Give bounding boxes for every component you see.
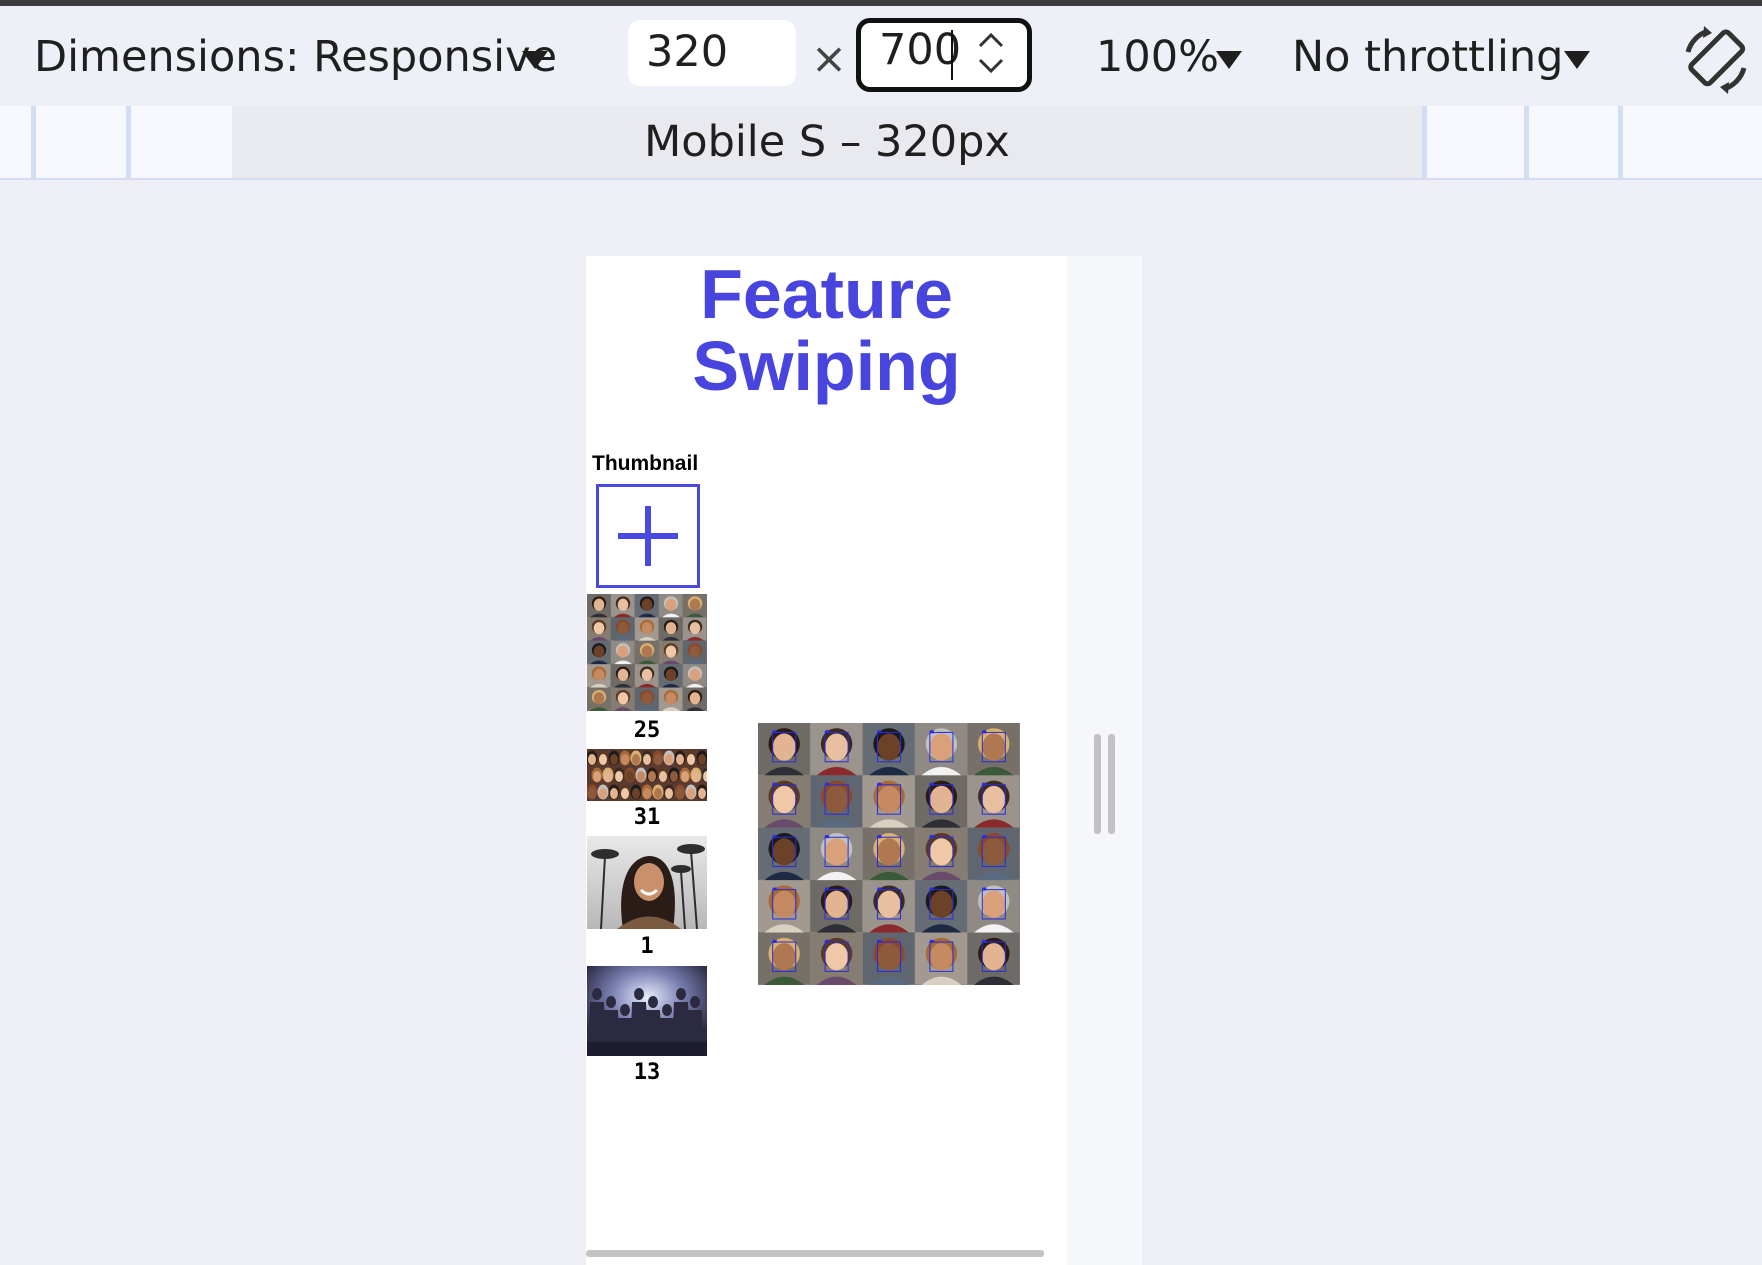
device-viewport: Feature Swiping Thumbnail 25 31 1 13 (586, 256, 1067, 1265)
portrait-cell (611, 617, 635, 641)
portrait-cell (587, 664, 611, 688)
portrait-cell (967, 932, 1020, 985)
portrait-cell (915, 723, 967, 776)
portrait-cell (659, 687, 683, 711)
text-cursor (951, 30, 953, 80)
portrait-cell (862, 827, 915, 881)
resize-handle-icon[interactable] (1094, 734, 1116, 834)
height-input[interactable]: 700 (856, 18, 1032, 92)
height-input-value: 700 (879, 25, 962, 75)
portrait-cell (810, 827, 863, 881)
portrait-cell (635, 640, 659, 665)
zoom-chevron-down-icon[interactable] (1216, 51, 1242, 69)
portrait-cell (810, 932, 863, 985)
portrait-cell (915, 880, 967, 933)
portrait-cell (915, 775, 967, 828)
portrait-cell (967, 827, 1020, 881)
portrait-cell (659, 594, 683, 618)
preset-segment[interactable] (1618, 106, 1762, 178)
thumbnail-hero-group[interactable] (587, 966, 707, 1056)
portrait-cell (683, 687, 707, 711)
page-title-line2: Swiping (692, 327, 961, 405)
portrait-cell (915, 827, 967, 881)
page-title: Feature Swiping (586, 258, 1067, 402)
portrait-cell (587, 687, 611, 711)
portrait-cell (635, 664, 659, 688)
portrait-cell (758, 880, 810, 933)
face-detection-preview (758, 723, 1020, 985)
dimensions-chevron-down-icon[interactable] (522, 51, 548, 69)
width-input[interactable]: 320 (628, 20, 796, 86)
thumbnail-count: 31 (633, 805, 661, 830)
horizontal-scrollbar[interactable] (586, 1250, 1044, 1257)
portrait-cell (915, 932, 967, 985)
portrait-cell (635, 617, 659, 641)
portrait-cell (810, 775, 863, 828)
thumbnail-crowd[interactable] (587, 749, 707, 801)
portrait-cell (758, 775, 810, 828)
preset-mobile-s[interactable]: Mobile S – 320px (232, 106, 1422, 178)
portrait-cell (611, 594, 635, 618)
portrait-cell (862, 775, 915, 828)
portrait-cell (587, 617, 611, 641)
portrait-cell (659, 640, 683, 665)
throttling-dropdown[interactable]: No throttling (1292, 32, 1563, 82)
portrait-cell (810, 723, 863, 776)
portrait-cell (862, 880, 915, 933)
thumbnail-count: 25 (633, 718, 661, 743)
throttling-chevron-down-icon[interactable] (1564, 51, 1590, 69)
portrait-cell (635, 594, 659, 618)
portrait-cell (862, 723, 915, 776)
portrait-cell (810, 880, 863, 933)
portrait-cell (683, 640, 707, 665)
device-toolbar: Dimensions: Responsive 320 × 700 100% No… (0, 6, 1762, 108)
spin-up-icon (978, 32, 1004, 48)
plus-icon (618, 506, 678, 566)
preset-segment[interactable] (1422, 106, 1527, 178)
portrait-cell (967, 723, 1020, 776)
portrait-cell (635, 687, 659, 711)
height-stepper[interactable] (977, 28, 1005, 78)
portrait-cell (683, 594, 707, 618)
thumbnail-heading: Thumbnail (592, 452, 699, 475)
thumbnail-portrait-grid[interactable] (587, 594, 707, 711)
add-image-button[interactable] (596, 484, 700, 588)
portrait-cell (611, 687, 635, 711)
media-query-bar: Mobile S – 320px (0, 106, 1762, 180)
portrait-cell (587, 594, 611, 618)
portrait-cell (758, 827, 810, 881)
portrait-cell (587, 640, 611, 665)
portrait-cell (967, 775, 1020, 828)
spin-down-icon (978, 58, 1004, 74)
preset-segment[interactable] (31, 106, 126, 178)
preset-segment[interactable] (1524, 106, 1619, 178)
rotate-icon[interactable] (1678, 22, 1754, 98)
portrait-cell (611, 664, 635, 688)
zoom-dropdown[interactable]: 100% (1096, 32, 1219, 82)
thumbnail-count: 1 (640, 934, 654, 959)
portrait-cell (611, 640, 635, 665)
portrait-cell (659, 664, 683, 688)
thumbnail-count: 13 (633, 1060, 661, 1085)
portrait-cell (967, 880, 1020, 933)
dimensions-dropdown[interactable]: Dimensions: Responsive (34, 32, 557, 82)
thumbnail-smiling-woman[interactable] (587, 836, 707, 929)
portrait-cell (758, 932, 810, 985)
times-sign: × (811, 34, 848, 84)
portrait-cell (862, 932, 915, 985)
page-title-line1: Feature (700, 256, 953, 333)
portrait-cell (683, 617, 707, 641)
portrait-cell (683, 664, 707, 688)
portrait-cell (659, 617, 683, 641)
portrait-cell (758, 723, 810, 776)
preset-segment[interactable] (126, 106, 231, 178)
